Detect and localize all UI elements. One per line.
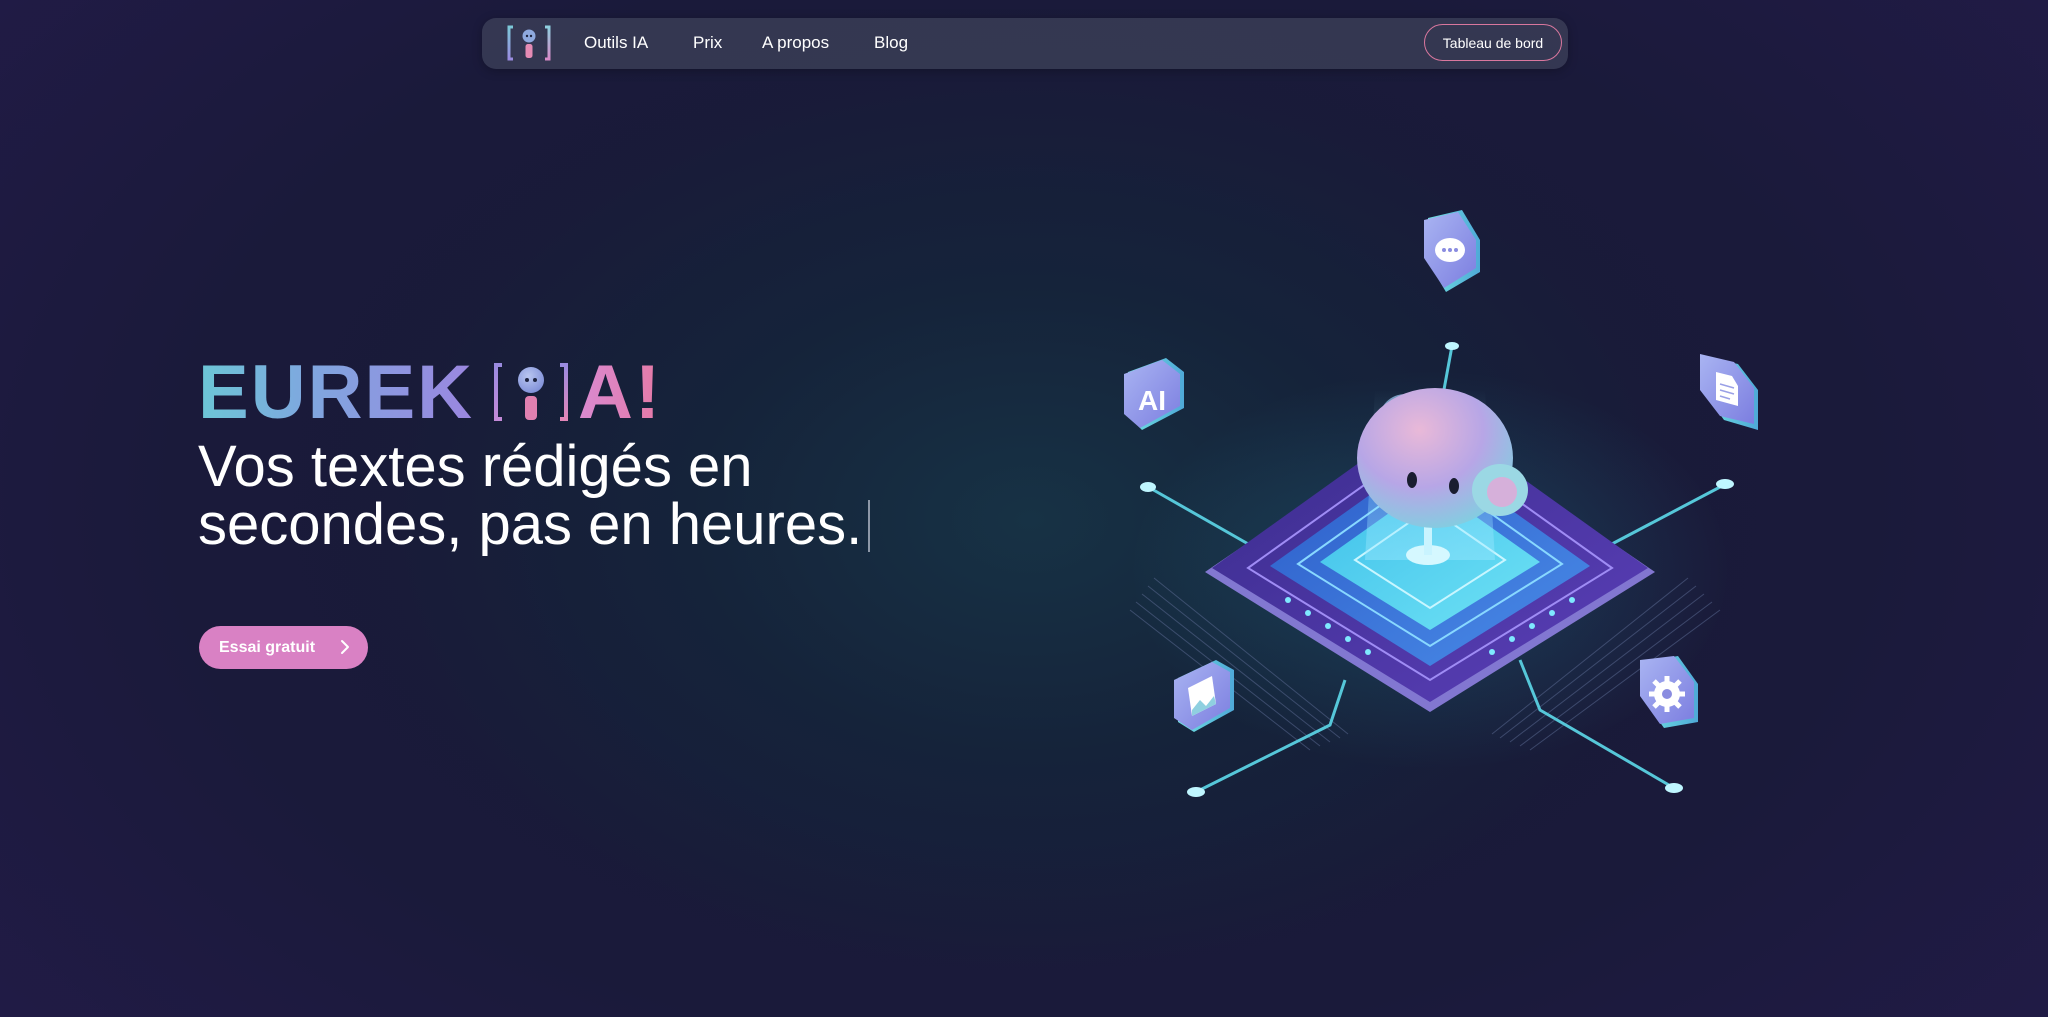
brand-wordmark: EUREK A!: [198, 353, 678, 433]
nav-link-a-propos[interactable]: A propos: [762, 33, 829, 53]
dashboard-button[interactable]: Tableau de bord: [1424, 24, 1562, 61]
chevron-right-icon: [341, 640, 349, 654]
document-icon: [1700, 354, 1758, 430]
top-navbar: Outils IA Prix A propos Blog Tableau de …: [482, 18, 1568, 69]
free-trial-label: Essai gratuit: [219, 638, 316, 656]
free-trial-button[interactable]: Essai gratuit: [199, 626, 368, 669]
ai-chip-illustration: AI: [1124, 210, 1758, 797]
robot-bracket-icon: [494, 363, 568, 421]
hero-headline-text: Vos textes rédigés en secondes, pas en h…: [198, 434, 863, 557]
hero-headline: Vos textes rédigés en secondes, pas en h…: [198, 438, 958, 554]
brand-wordmark-right: A!: [578, 350, 663, 435]
brand-wordmark-left: EUREK: [198, 350, 475, 435]
typing-cursor: [868, 500, 871, 552]
nav-link-blog[interactable]: Blog: [874, 33, 908, 53]
eurekia-logo-icon[interactable]: [506, 24, 552, 62]
nav-link-outils-ia[interactable]: Outils IA: [584, 33, 648, 53]
chat-bubble-icon: [1424, 210, 1480, 292]
ai-badge-label: AI: [1138, 385, 1166, 416]
ai-badge-icon: AI: [1124, 358, 1184, 430]
nav-link-prix[interactable]: Prix: [693, 33, 722, 53]
